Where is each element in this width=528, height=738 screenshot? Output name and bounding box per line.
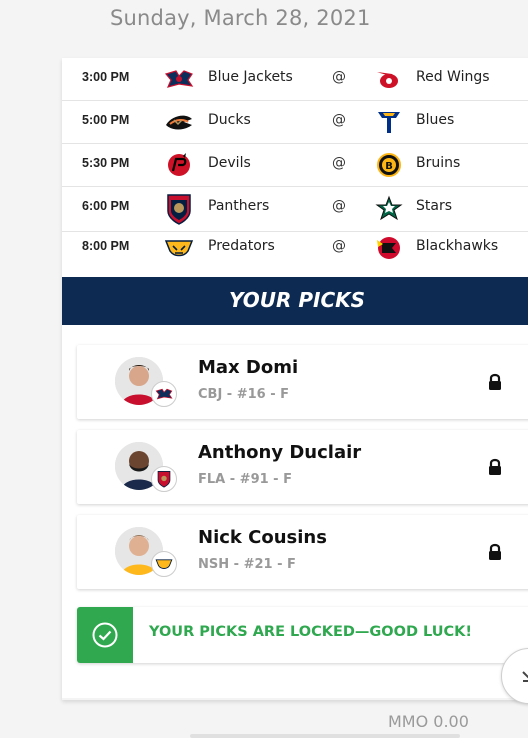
ducks-logo-icon <box>164 109 194 135</box>
player-name: Max Domi <box>198 357 299 378</box>
predators-logo-icon <box>164 235 194 261</box>
locked-message: YOUR PICKS ARE LOCKED—GOOD LUCK! <box>149 624 473 640</box>
games-list: 3:00 PM Blue Jackets @ Red Wings 5:00 PM… <box>62 58 528 276</box>
player-name: Anthony Duclair <box>198 442 362 463</box>
check-circle-icon <box>77 607 133 663</box>
game-row[interactable]: 5:30 PM Devils @ B Bruins <box>62 144 528 187</box>
pick-card[interactable]: Nick Cousins NSH - #21 - F <box>77 515 528 589</box>
chevron-down-icon <box>522 671 528 682</box>
pick-card[interactable]: Max Domi CBJ - #16 - F <box>77 345 528 419</box>
at-separator: @ <box>332 69 346 85</box>
lock-icon <box>489 458 501 475</box>
bottom-bar <box>190 734 460 738</box>
lock-icon <box>489 543 501 560</box>
blue-jackets-logo-icon <box>164 66 194 92</box>
away-team: Blue Jackets <box>208 69 293 85</box>
panthers-logo-icon <box>164 193 194 225</box>
home-team: Blues <box>416 112 455 128</box>
game-time: 5:00 PM <box>82 113 130 127</box>
blue-jackets-logo-icon <box>151 381 177 407</box>
home-team: Red Wings <box>416 69 490 85</box>
red-wings-logo-icon <box>374 66 404 92</box>
bottom-partial-text: MMO 0.00 <box>388 712 469 731</box>
stars-logo-icon <box>374 195 404 221</box>
devils-logo-icon <box>164 152 194 178</box>
player-meta: CBJ - #16 - F <box>198 387 290 402</box>
blackhawks-logo-icon <box>374 235 404 261</box>
player-meta: FLA - #91 - F <box>198 472 292 487</box>
date-header: Sunday, March 28, 2021 <box>110 6 371 30</box>
away-team: Devils <box>208 155 251 171</box>
home-team: Stars <box>416 198 453 214</box>
game-row[interactable]: 8:00 PM Predators @ Blackhawks <box>62 232 528 276</box>
pick-card[interactable]: Anthony Duclair FLA - #91 - F <box>77 430 528 504</box>
away-team: Predators <box>208 238 275 254</box>
at-separator: @ <box>332 155 346 171</box>
at-separator: @ <box>332 198 346 214</box>
away-team: Ducks <box>208 112 251 128</box>
predators-logo-icon <box>151 551 177 577</box>
game-time: 6:00 PM <box>82 199 130 213</box>
player-name: Nick Cousins <box>198 527 327 548</box>
picks-locked-banner: YOUR PICKS ARE LOCKED—GOOD LUCK! <box>77 607 528 663</box>
game-time: 5:30 PM <box>82 156 130 170</box>
home-team: Bruins <box>416 155 461 171</box>
panthers-logo-icon <box>151 466 177 492</box>
game-row[interactable]: 6:00 PM Panthers @ Stars <box>62 187 528 232</box>
player-meta: NSH - #21 - F <box>198 557 296 572</box>
home-team: Blackhawks <box>416 238 499 254</box>
at-separator: @ <box>332 112 346 128</box>
game-time: 3:00 PM <box>82 70 130 84</box>
page: Sunday, March 28, 2021 3:00 PM Blue Jack… <box>0 0 528 738</box>
blues-logo-icon <box>374 109 404 135</box>
your-picks-header: YOUR PICKS <box>62 277 528 325</box>
bruins-logo-icon: B <box>374 152 404 178</box>
game-row[interactable]: 5:00 PM Ducks @ Blues <box>62 101 528 144</box>
lock-icon <box>489 373 501 390</box>
game-time: 8:00 PM <box>82 239 130 253</box>
at-separator: @ <box>332 238 346 254</box>
game-row[interactable]: 3:00 PM Blue Jackets @ Red Wings <box>62 58 528 101</box>
away-team: Panthers <box>208 198 270 214</box>
svg-text:B: B <box>385 161 393 172</box>
